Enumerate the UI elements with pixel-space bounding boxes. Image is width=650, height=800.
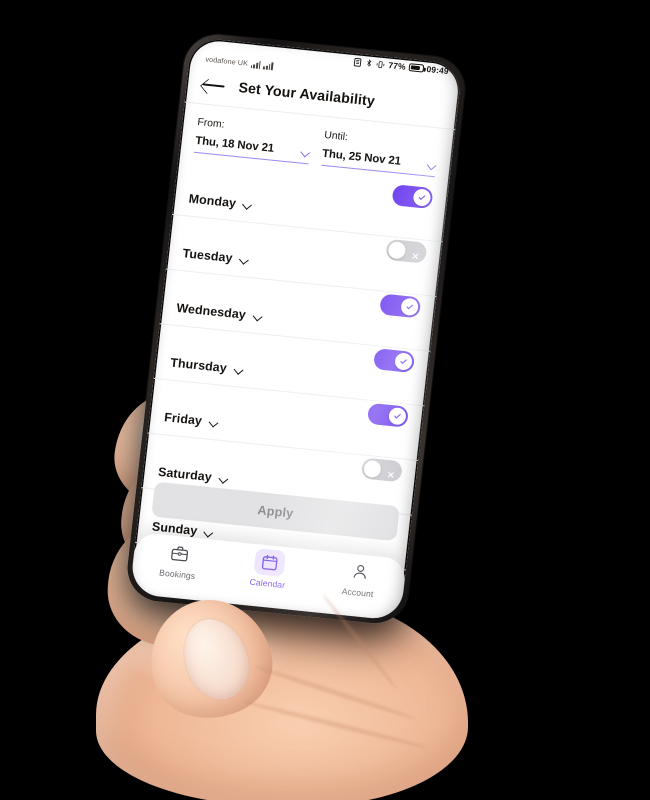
from-date-value: Thu, 18 Nov 21: [194, 134, 275, 155]
cross-icon: [387, 471, 394, 478]
calendar-icon: [253, 548, 287, 577]
chevron-down-icon: [204, 527, 214, 537]
sim-icon: [354, 57, 362, 67]
day-availability-toggle[interactable]: [379, 293, 422, 319]
chevron-down-icon: [233, 364, 243, 374]
day-availability-toggle[interactable]: [366, 402, 410, 428]
until-date-value: Thu, 25 Nov 21: [321, 147, 402, 168]
nav-item-bookings[interactable]: Bookings: [140, 537, 218, 583]
status-bar-left: vodafone UK: [205, 55, 274, 71]
scene: 77% 09:49 vodafone UK Set Your Availabil…: [0, 0, 650, 800]
battery-percent-label: 77%: [387, 60, 407, 72]
from-date-field[interactable]: From: Thu, 18 Nov 21: [194, 117, 312, 165]
day-name-expander[interactable]: Monday: [188, 192, 253, 213]
phone-screen: 77% 09:49 vodafone UK Set Your Availabil…: [129, 37, 463, 621]
signal-bars-icon: [250, 60, 262, 70]
day-availability-toggle[interactable]: [373, 348, 416, 374]
check-icon: [394, 414, 401, 419]
day-label: Monday: [188, 191, 237, 211]
chevron-down-icon: [427, 160, 437, 170]
toggle-knob: [400, 297, 420, 317]
day-label: Thursday: [169, 355, 228, 376]
check-icon: [406, 304, 414, 310]
signal-bars-icon: [263, 61, 274, 71]
day-name-expander[interactable]: Friday: [163, 410, 218, 430]
day-label: Friday: [163, 410, 203, 428]
status-bar-time: 09:49: [426, 63, 450, 77]
person-icon: [344, 557, 377, 586]
palm-crease: [253, 663, 417, 722]
day-availability-toggle[interactable]: [391, 184, 434, 210]
nav-item-account[interactable]: Account: [320, 555, 398, 601]
chevron-down-icon: [218, 473, 228, 483]
chevron-down-icon: [243, 200, 253, 210]
day-availability-toggle[interactable]: [385, 238, 428, 264]
briefcase-icon: [163, 539, 196, 568]
chevron-down-icon: [208, 417, 218, 427]
phone-device: 77% 09:49 vodafone UK Set Your Availabil…: [123, 31, 469, 627]
check-icon: [418, 195, 426, 200]
chevron-down-icon: [300, 147, 310, 157]
battery-icon: [408, 63, 425, 73]
toggle-knob: [412, 188, 432, 207]
toggle-knob: [387, 240, 407, 260]
chevron-down-icon: [239, 254, 249, 264]
day-label: Wednesday: [175, 300, 247, 322]
nav-item-label: Calendar: [249, 576, 286, 591]
nav-item-label: Bookings: [158, 567, 196, 582]
until-date-select[interactable]: Thu, 25 Nov 21: [320, 147, 437, 178]
back-arrow-icon[interactable]: [202, 76, 226, 94]
nav-item-label: Account: [341, 585, 374, 600]
day-name-expander[interactable]: Tuesday: [182, 246, 249, 268]
vibrate-icon: [377, 60, 385, 68]
thumbnail: [172, 609, 260, 709]
day-availability-toggle[interactable]: [360, 457, 403, 483]
toggle-knob: [394, 352, 413, 371]
day-name-expander[interactable]: Thursday: [170, 356, 244, 378]
until-date-field[interactable]: Until: Thu, 25 Nov 21: [320, 130, 439, 178]
check-icon: [400, 359, 407, 364]
palm-crease: [242, 699, 428, 750]
cross-icon: [386, 466, 396, 478]
day-label: Tuesday: [181, 246, 234, 266]
chevron-down-icon: [252, 311, 262, 321]
bluetooth-icon: [367, 59, 372, 67]
cross-icon: [411, 247, 421, 260]
from-date-select[interactable]: Thu, 18 Nov 21: [194, 134, 310, 165]
day-name-expander[interactable]: Wednesday: [176, 301, 263, 325]
hand-palm: [96, 596, 468, 800]
toggle-knob: [362, 459, 382, 479]
carrier-label: vodafone UK: [205, 54, 249, 68]
day-label: Saturday: [157, 464, 213, 485]
toggle-knob: [388, 406, 407, 426]
status-bar-right: 77% 09:49: [353, 56, 449, 76]
cross-icon: [412, 253, 419, 260]
nav-item-calendar[interactable]: Calendar: [230, 546, 308, 592]
